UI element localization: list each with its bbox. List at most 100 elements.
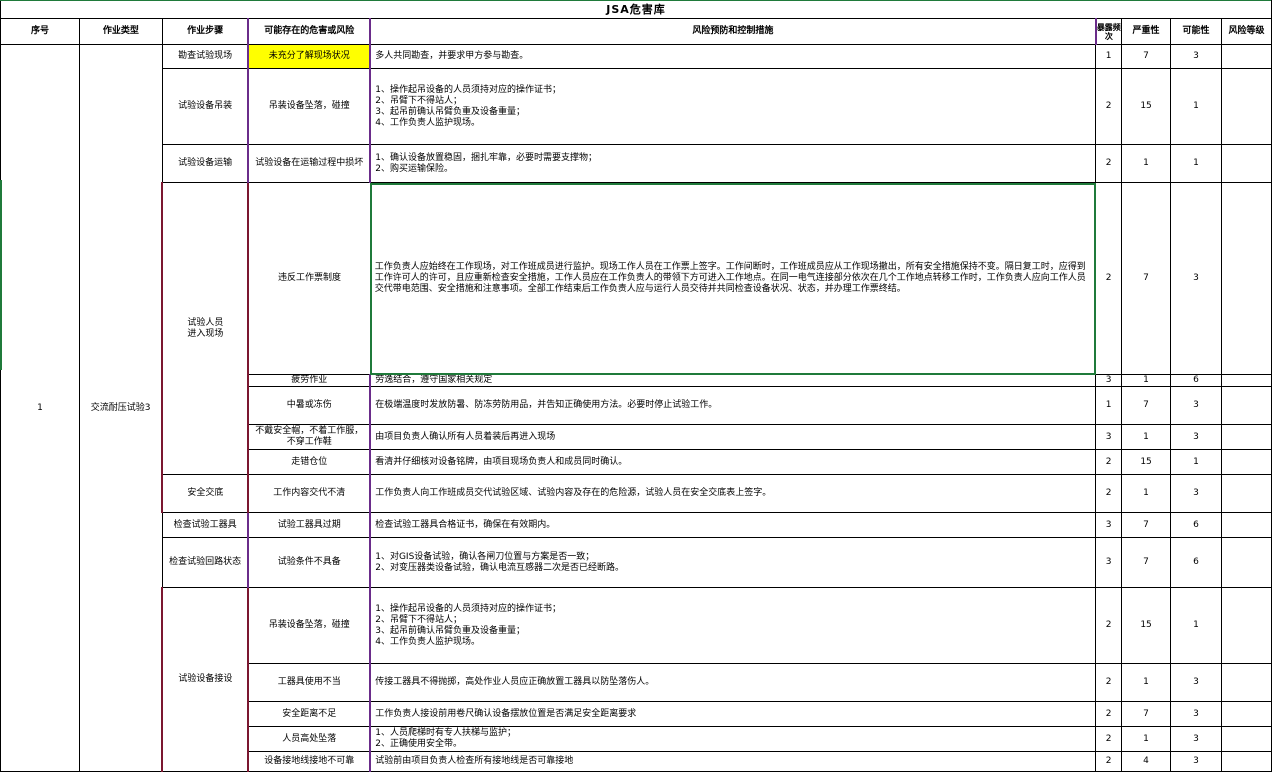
risk-level-cell [1221,424,1272,450]
possibility-cell: 3 [1170,701,1222,727]
exposure-cell: 1 [1095,44,1123,69]
header-seq: 序号 [0,18,80,45]
severity-cell: 1 [1121,374,1172,387]
risk-level-cell [1221,587,1272,664]
work-type-cell: 交流耐压试验3 [78,44,163,772]
header-exposure: 暴露频次 [1094,18,1123,45]
risk-level-cell [1221,374,1272,387]
row-selection-indicator [0,180,2,370]
hazard-cell: 工器具使用不当 [247,663,371,702]
step-cell: 试验设备运输 [161,144,249,183]
severity-cell: 7 [1121,182,1172,375]
risk-level-cell [1221,751,1272,772]
possibility-cell: 3 [1170,182,1222,375]
spreadsheet: JSA危害库 序号 作业类型 作业步骤 可能存在的危害或风险 风险预防和控制措施… [0,0,1272,774]
possibility-cell: 3 [1170,424,1222,450]
hazard-cell: 试验设备在运输过程中损坏 [247,144,371,183]
risk-level-cell [1221,663,1272,702]
jsa-table: JSA危害库 序号 作业类型 作业步骤 可能存在的危害或风险 风险预防和控制措施… [0,0,1272,772]
table-row: 安全交底 工作内容交代不清 工作负责人向工作班成员交代试验区域、试验内容及存在的… [1,474,1272,513]
risk-level-cell [1221,474,1272,513]
hazard-cell: 未充分了解现场状况 [247,44,371,69]
step-cell: 试验设备接设 [161,587,250,772]
possibility-cell: 6 [1170,374,1222,387]
table-row: 试验设备吊装 吊装设备坠落，碰撞 1、操作起吊设备的人员须持对应的操作证书； 2… [1,68,1272,145]
possibility-cell: 6 [1170,512,1222,538]
measure-cell: 工作负责人向工作班成员交代试验区域、试验内容及存在的危险源，试验人员在安全交底表… [369,474,1097,513]
hazard-cell: 违反工作票制度 [247,182,371,375]
measure-cell: 1、确认设备放置稳固，捆扎牢靠，必要时需要支撑物； 2、购买运输保险。 [369,144,1097,183]
severity-cell: 7 [1121,512,1172,538]
exposure-cell: 2 [1095,726,1123,752]
measure-cell: 传接工器具不得抛掷，高处作业人员应正确放置工器具以防坠落伤人。 [369,663,1097,702]
measure-cell: 在极端温度时发放防暑、防冻劳防用品，并告知正确使用方法。必要时停止试验工作。 [369,386,1097,425]
risk-level-cell [1221,386,1272,425]
exposure-cell: 2 [1095,144,1123,183]
measure-cell: 劳逸结合，遵守国家相关规定 [369,374,1097,387]
sheet-title: JSA危害库 [0,0,1272,19]
measure-cell: 多人共同勘查，并要求甲方参与勘查。 [369,44,1097,69]
exposure-cell: 3 [1095,424,1123,450]
table-row: 1 交流耐压试验3 勘查试验现场 未充分了解现场状况 多人共同勘查，并要求甲方参… [0,44,1272,772]
measure-cell: 由项目负责人确认所有人员着装后再进入现场 [369,424,1097,450]
hazard-cell: 中暑或冻伤 [247,386,371,425]
hazard-cell: 试验条件不具备 [247,537,371,588]
risk-level-cell [1221,449,1272,475]
header-severity: 严重性 [1121,18,1172,45]
hazard-cell: 试验工器具过期 [247,512,371,538]
measure-cell: 看清并仔细核对设备铭牌，由项目现场负责人和成员同时确认。 [369,449,1097,475]
header-work-type: 作业类型 [78,18,163,45]
possibility-cell: 3 [1170,726,1222,752]
possibility-cell: 1 [1170,144,1222,183]
hazard-cell: 安全距离不足 [247,701,371,727]
step-cell: 检查试验回路状态 [161,537,249,588]
possibility-cell: 3 [1170,663,1222,702]
header-measures: 风险预防和控制措施 [369,18,1097,45]
hazard-cell: 工作内容交代不清 [247,474,371,513]
exposure-cell: 2 [1095,68,1123,145]
possibility-cell: 6 [1170,537,1222,588]
exposure-cell: 3 [1095,512,1123,538]
exposure-cell: 3 [1095,374,1123,387]
severity-cell: 15 [1121,68,1172,145]
measure-cell: 1、人员爬梯时有专人扶梯与监护； 2、正确使用安全带。 [369,726,1097,752]
severity-cell: 7 [1121,701,1172,727]
seq-cell: 1 [0,44,80,772]
severity-cell: 1 [1121,144,1172,183]
possibility-cell: 1 [1170,587,1222,664]
table-row: 试验设备运输 试验设备在运输过程中损坏 1、确认设备放置稳固，捆扎牢靠，必要时需… [1,144,1272,183]
exposure-cell: 2 [1095,701,1123,727]
header-risk-level: 风险等级 [1221,18,1272,45]
table-row: 检查试验回路状态 试验条件不具备 1、对GIS设备试验，确认各闸刀位置与方案是否… [1,537,1272,588]
exposure-cell: 3 [1095,537,1123,588]
measure-cell-selected[interactable]: 工作负责人应始终在工作现场，对工作班成员进行监护。现场工作人员在工作票上签字。工… [369,182,1097,375]
severity-cell: 1 [1121,726,1172,752]
risk-level-cell [1221,726,1272,752]
severity-cell: 7 [1121,44,1172,69]
hazard-cell: 走错仓位 [247,449,371,475]
measure-cell: 1、操作起吊设备的人员须持对应的操作证书； 2、吊臂下不得站人； 3、起吊前确认… [369,68,1097,145]
severity-cell: 15 [1121,449,1172,475]
possibility-cell: 3 [1170,474,1222,513]
measure-cell: 工作负责人接设前用卷尺确认设备摆放位置是否满足安全距离要求 [369,701,1097,727]
measure-cell: 1、操作起吊设备的人员须持对应的操作证书； 2、吊臂下不得站人； 3、起吊前确认… [369,587,1097,664]
possibility-cell: 1 [1170,68,1222,145]
step-cell: 试验人员 进入现场 [161,182,250,475]
risk-level-cell [1221,182,1272,375]
risk-level-cell [1221,44,1272,69]
severity-cell: 1 [1121,474,1172,513]
hazard-cell: 不戴安全帽，不着工作服，不穿工作鞋 [247,424,371,450]
header-step: 作业步骤 [161,18,249,45]
risk-level-cell [1221,144,1272,183]
exposure-cell: 2 [1095,751,1123,772]
severity-cell: 7 [1121,386,1172,425]
exposure-cell: 2 [1095,449,1123,475]
hazard-cell: 设备接地线接地不可靠 [247,751,371,772]
possibility-cell: 3 [1170,44,1222,69]
measure-cell: 1、对GIS设备试验，确认各闸刀位置与方案是否一致； 2、对变压器类设备试验，确… [369,537,1097,588]
hazard-cell: 疲劳作业 [247,374,371,387]
exposure-cell: 2 [1095,587,1123,664]
table-row: 试验人员 进入现场 违反工作票制度 工作负责人应始终在工作现场，对工作班成员进行… [1,182,1272,475]
hazard-cell: 人员高处坠落 [247,726,371,752]
possibility-cell: 3 [1170,386,1222,425]
